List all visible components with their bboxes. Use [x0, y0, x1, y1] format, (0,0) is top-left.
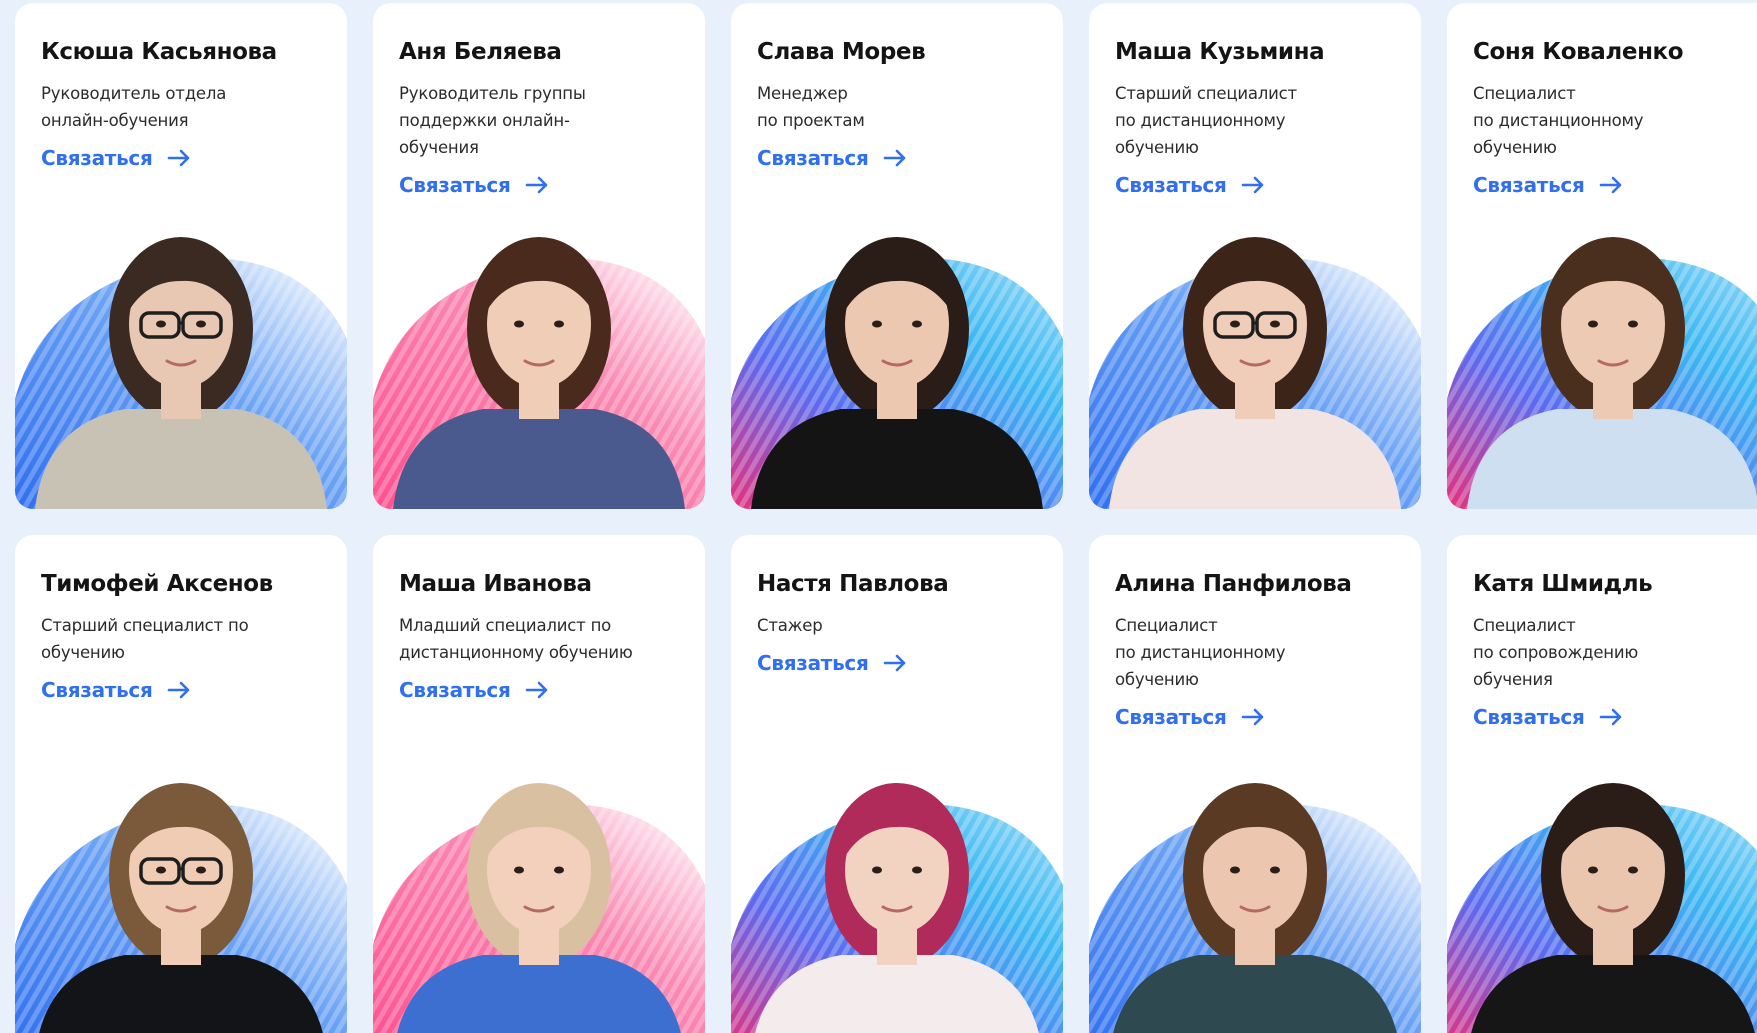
portrait-image: [1471, 783, 1755, 1033]
arrow-right-icon: [167, 681, 189, 699]
team-card-3: Слава Морев Менеджер по проектам Связатьс…: [731, 3, 1063, 509]
member-name: Маша Иванова: [399, 571, 592, 597]
member-role: Младший специалист по дистанционному обуч…: [399, 616, 633, 662]
card-text: Тимофей Аксенов Старший специалист по обу…: [41, 571, 329, 702]
contact-link-10[interactable]: Связаться: [1473, 705, 1623, 729]
member-role: Менеджер по проектам: [757, 84, 865, 130]
card-text: Маша Кузьмина Старший специалист по диста…: [1115, 39, 1403, 197]
member-photo: [373, 219, 705, 509]
member-role: Старший специалист по обучению: [41, 616, 249, 662]
card-text: Алина Панфилова Специалист по дистанционн…: [1115, 571, 1403, 729]
member-photo: [15, 765, 347, 1033]
team-card-10: Катя Шмидль Специалист по сопровождению об…: [1447, 535, 1757, 1033]
team-card-8: Настя Павлова Стажер Связаться: [731, 535, 1063, 1033]
member-photo: [1447, 219, 1757, 509]
portrait-image: [393, 237, 685, 509]
member-role: Специалист по дистанционному обучению: [1473, 84, 1644, 157]
team-card-5: Соня Коваленко Специалист по дистанционно…: [1447, 3, 1757, 509]
portrait-image: [35, 237, 327, 509]
contact-label: Связаться: [1115, 173, 1227, 197]
member-name: Аня Беляева: [399, 39, 562, 65]
arrow-right-icon: [883, 654, 905, 672]
arrow-right-icon: [525, 176, 547, 194]
member-name: Ксюша Касьянова: [41, 39, 277, 65]
team-grid: Ксюша Касьянова Руководитель отдела онлай…: [0, 0, 1757, 1033]
team-card-9: Алина Панфилова Специалист по дистанционн…: [1089, 535, 1421, 1033]
team-card-2: Аня Беляева Руководитель группы поддержки…: [373, 3, 705, 509]
member-role: Старший специалист по дистанционному обуче…: [1115, 84, 1297, 157]
contact-link-1[interactable]: Связаться: [41, 146, 191, 170]
team-card-6: Тимофей Аксенов Старший специалист по обу…: [15, 535, 347, 1033]
portrait-image: [1113, 783, 1397, 1033]
card-text: Соня Коваленко Специалист по дистанционно…: [1473, 39, 1757, 197]
member-photo: [731, 765, 1063, 1033]
card-text: Аня Беляева Руководитель группы поддержки…: [399, 39, 687, 197]
contact-label: Связаться: [399, 173, 511, 197]
member-role: Стажер: [757, 616, 823, 635]
portrait-image: [39, 783, 323, 1033]
arrow-right-icon: [1599, 708, 1621, 726]
member-name: Алина Панфилова: [1115, 571, 1352, 597]
contact-label: Связаться: [1115, 705, 1227, 729]
contact-label: Связаться: [41, 678, 153, 702]
portrait-image: [397, 783, 681, 1033]
portrait-image: [1467, 237, 1757, 509]
member-name: Катя Шмидль: [1473, 571, 1653, 597]
card-text: Настя Павлова Стажер Связаться: [757, 571, 1045, 675]
member-photo: [15, 219, 347, 509]
team-card-7: Маша Иванова Младший специалист по дистан…: [373, 535, 705, 1033]
member-name: Соня Коваленко: [1473, 39, 1684, 65]
contact-label: Связаться: [1473, 705, 1585, 729]
member-role: Специалист по дистанционному обучению: [1115, 616, 1286, 689]
arrow-right-icon: [525, 681, 547, 699]
member-name: Слава Морев: [757, 39, 926, 65]
member-role: Руководитель отдела онлайн-обучения: [41, 84, 227, 130]
card-text: Ксюша Касьянова Руководитель отдела онлай…: [41, 39, 329, 170]
contact-label: Связаться: [757, 651, 869, 675]
contact-link-5[interactable]: Связаться: [1473, 173, 1623, 197]
card-text: Катя Шмидль Специалист по сопровождению об…: [1473, 571, 1757, 729]
arrow-right-icon: [1241, 708, 1263, 726]
member-role: Руководитель группы поддержки онлайн-обуч…: [399, 84, 586, 157]
member-name: Настя Павлова: [757, 571, 949, 597]
contact-label: Связаться: [41, 146, 153, 170]
contact-link-2[interactable]: Связаться: [399, 173, 549, 197]
portrait-image: [755, 783, 1039, 1033]
team-card-4: Маша Кузьмина Старший специалист по диста…: [1089, 3, 1421, 509]
contact-label: Связаться: [399, 678, 511, 702]
member-name: Тимофей Аксенов: [41, 571, 273, 597]
arrow-right-icon: [1599, 176, 1621, 194]
contact-label: Связаться: [757, 146, 869, 170]
card-text: Слава Морев Менеджер по проектам Связатьс…: [757, 39, 1045, 170]
member-photo: [1447, 765, 1757, 1033]
arrow-right-icon: [1241, 176, 1263, 194]
team-card-1: Ксюша Касьянова Руководитель отдела онлай…: [15, 3, 347, 509]
contact-link-9[interactable]: Связаться: [1115, 705, 1265, 729]
card-text: Маша Иванова Младший специалист по дистан…: [399, 571, 687, 702]
contact-link-8[interactable]: Связаться: [757, 651, 907, 675]
member-role: Специалист по сопровождению обучения: [1473, 616, 1639, 689]
member-photo: [731, 219, 1063, 509]
contact-link-7[interactable]: Связаться: [399, 678, 549, 702]
contact-link-4[interactable]: Связаться: [1115, 173, 1265, 197]
member-photo: [373, 765, 705, 1033]
portrait-image: [751, 237, 1043, 509]
contact-link-6[interactable]: Связаться: [41, 678, 191, 702]
arrow-right-icon: [167, 149, 189, 167]
member-photo: [1089, 765, 1421, 1033]
contact-label: Связаться: [1473, 173, 1585, 197]
portrait-image: [1109, 237, 1401, 509]
contact-link-3[interactable]: Связаться: [757, 146, 907, 170]
arrow-right-icon: [883, 149, 905, 167]
member-name: Маша Кузьмина: [1115, 39, 1325, 65]
member-photo: [1089, 219, 1421, 509]
